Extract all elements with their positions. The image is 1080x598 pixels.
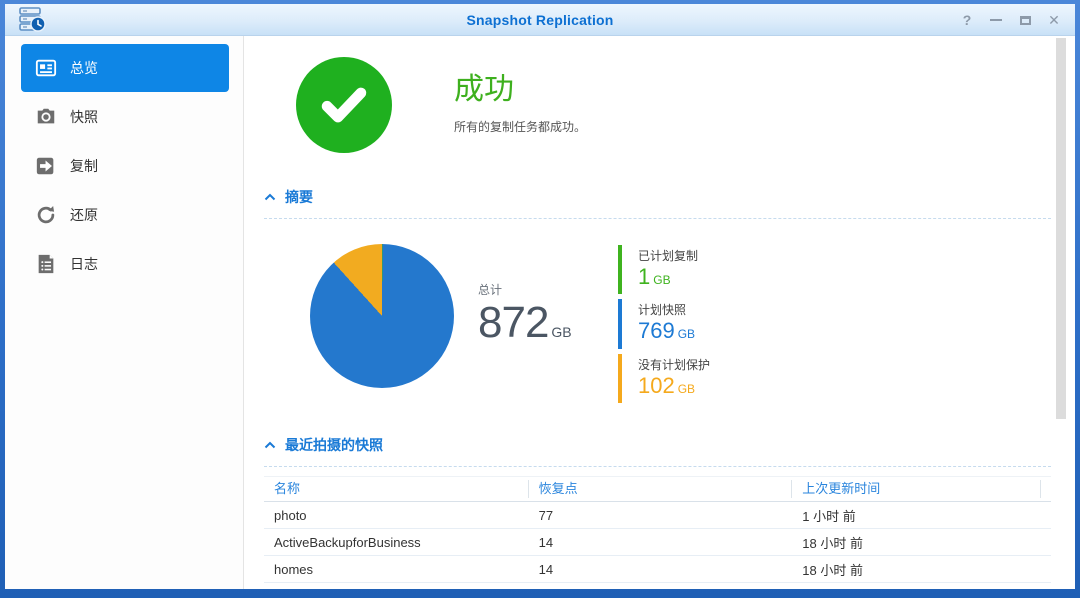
success-check-icon (296, 57, 392, 153)
cell-name: photo (264, 508, 529, 523)
minimize-button[interactable] (985, 9, 1007, 31)
cell-last-updated: 559 天 前 (792, 587, 1041, 589)
sidebar-item-restore[interactable]: 还原 (21, 191, 229, 239)
camera-icon (35, 106, 57, 128)
vertical-scrollbar[interactable] (1056, 38, 1066, 419)
replicate-arrow-icon (35, 155, 57, 177)
chart-legend: 已计划复制 1GB 计划快照 769GB 没有计划保护 102GB (618, 245, 710, 408)
cell-name: homes (264, 562, 529, 577)
cell-last-updated: 18 小时 前 (792, 560, 1041, 579)
content-panel: 成功 所有的复制任务都成功。 摘要 总计 872GB 已 (244, 36, 1075, 589)
total-value: 872GB (478, 298, 596, 349)
section-header-summary[interactable]: 摘要 (264, 187, 1051, 219)
sidebar-item-snapshot[interactable]: 快照 (21, 93, 229, 141)
table-row[interactable]: LUN-1 255 559 天 前 (264, 583, 1051, 589)
sidebar-item-label: 日志 (70, 254, 98, 274)
sidebar-item-log[interactable]: 日志 (21, 240, 229, 288)
window-title: Snapshot Replication (5, 12, 1075, 28)
legend-value: 102GB (638, 373, 710, 399)
chevron-up-icon (264, 193, 276, 201)
cell-last-updated: 18 小时 前 (792, 533, 1041, 552)
status-title: 成功 (454, 73, 586, 106)
sidebar-item-label: 快照 (70, 107, 98, 127)
log-document-icon (35, 253, 57, 275)
cell-last-updated: 1 小时 前 (792, 506, 1041, 525)
legend-item-no-protection: 没有计划保护 102GB (618, 354, 710, 403)
window-frame: Snapshot Replication ? ✕ 总览 (0, 0, 1080, 598)
legend-label: 已计划复制 (638, 247, 710, 264)
legend-value: 1GB (638, 264, 710, 290)
sidebar: 总览 快照 复制 (5, 36, 244, 589)
help-button[interactable]: ? (956, 9, 978, 31)
sidebar-item-replication[interactable]: 复制 (21, 142, 229, 190)
column-header-last-updated[interactable]: 上次更新时间 (792, 480, 1041, 498)
total-unit: GB (551, 324, 571, 340)
table-row[interactable]: ActiveBackupforBusiness 14 18 小时 前 (264, 529, 1051, 556)
sidebar-item-overview[interactable]: 总览 (21, 44, 229, 92)
overview-icon (35, 57, 57, 79)
column-header-recovery-points[interactable]: 恢复点 (529, 480, 793, 498)
sidebar-item-label: 总览 (70, 58, 98, 78)
maximize-icon (1020, 16, 1031, 25)
cell-recovery-points: 14 (529, 562, 793, 577)
total-block: 总计 872GB (478, 281, 596, 349)
cell-recovery-points: 14 (529, 535, 793, 550)
column-header-spacer (1041, 480, 1051, 498)
section-title: 最近拍摄的快照 (285, 435, 383, 455)
snapshot-replication-window: Snapshot Replication ? ✕ 总览 (5, 4, 1075, 589)
legend-label: 没有计划保护 (638, 356, 710, 373)
window-controls: ? ✕ (956, 4, 1065, 36)
sidebar-item-label: 还原 (70, 205, 98, 225)
status-text: 成功 所有的复制任务都成功。 (454, 57, 586, 153)
restore-circular-arrow-icon (35, 204, 57, 226)
status-subtitle: 所有的复制任务都成功。 (454, 118, 586, 135)
main-area: 总览 快照 复制 (5, 36, 1075, 589)
section-title: 摘要 (285, 187, 313, 207)
app-icon (18, 7, 48, 33)
close-button[interactable]: ✕ (1043, 9, 1065, 31)
table-row[interactable]: photo 77 1 小时 前 (264, 502, 1051, 529)
chevron-up-icon (264, 441, 276, 449)
sidebar-item-label: 复制 (70, 156, 98, 176)
pie-chart (310, 244, 454, 388)
titlebar: Snapshot Replication ? ✕ (5, 4, 1075, 36)
cell-recovery-points: 77 (529, 508, 793, 523)
legend-label: 计划快照 (638, 301, 710, 318)
maximize-button[interactable] (1014, 9, 1036, 31)
summary-row: 总计 872GB 已计划复制 1GB 计划快照 769GB 没有计划保护 102… (264, 241, 1051, 408)
recent-snapshots-table: 名称 恢复点 上次更新时间 photo 77 1 小时 前 ActiveBack… (264, 476, 1051, 589)
table-header-row: 名称 恢复点 上次更新时间 (264, 476, 1051, 502)
table-row[interactable]: homes 14 18 小时 前 (264, 556, 1051, 583)
total-label: 总计 (478, 281, 596, 298)
legend-value: 769GB (638, 318, 710, 344)
minimize-icon (990, 19, 1002, 21)
cell-name: ActiveBackupforBusiness (264, 535, 529, 550)
legend-item-scheduled-snapshot: 计划快照 769GB (618, 299, 710, 348)
legend-item-scheduled-replication: 已计划复制 1GB (618, 245, 710, 294)
status-block: 成功 所有的复制任务都成功。 (264, 57, 1051, 153)
column-header-name[interactable]: 名称 (264, 480, 529, 498)
section-header-recent-snapshots[interactable]: 最近拍摄的快照 (264, 435, 1051, 467)
